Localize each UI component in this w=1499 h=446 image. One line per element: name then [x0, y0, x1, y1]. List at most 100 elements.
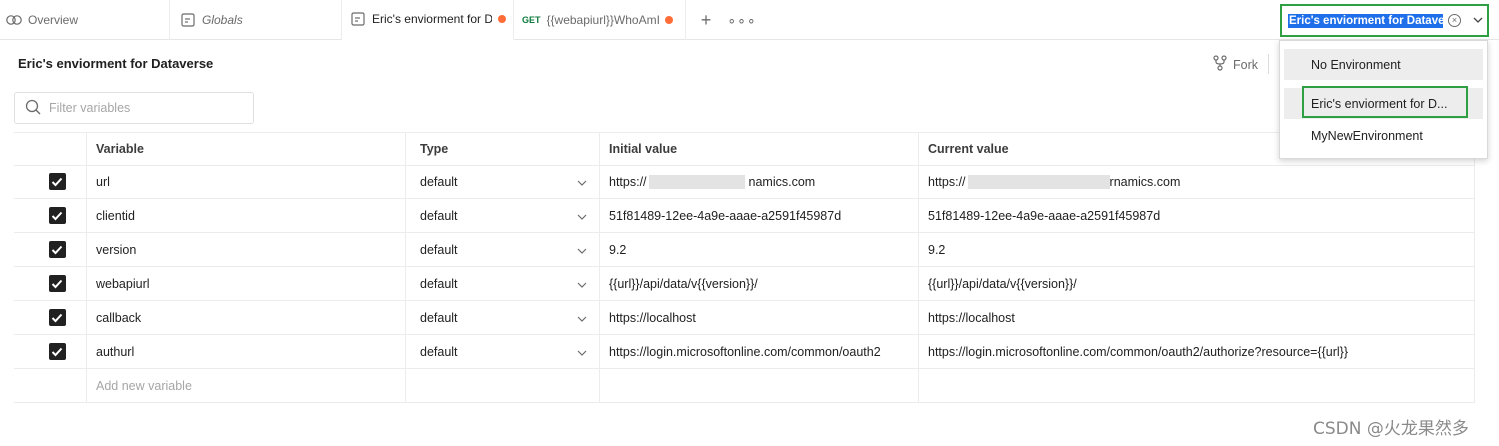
- row-select-cell: [14, 301, 87, 334]
- table-row: clientid default 51f81489-12ee-4a9e-aaae…: [14, 199, 1475, 233]
- header-variable: Variable: [87, 132, 406, 165]
- type-value: default: [420, 174, 458, 189]
- tab-label: Globals: [202, 13, 243, 27]
- variable-name[interactable]: clientid: [87, 199, 406, 232]
- current-value[interactable]: 51f81489-12ee-4a9e-aaae-a2591f45987d: [919, 199, 1475, 232]
- tab-label: {{webapiurl}}WhoAmI: [546, 13, 659, 27]
- header-type: Type: [406, 132, 600, 165]
- fork-label: Fork: [1233, 57, 1258, 72]
- initial-value-start: https://: [609, 174, 647, 189]
- row-checkbox[interactable]: [48, 241, 66, 258]
- chevron-down-icon: [577, 277, 587, 291]
- type-value: default: [420, 208, 458, 223]
- filter-variables[interactable]: [14, 92, 254, 124]
- variable-name[interactable]: callback: [87, 301, 406, 334]
- type-select[interactable]: default: [406, 335, 600, 368]
- environment-option-eric[interactable]: Eric's enviorment for D...: [1284, 88, 1483, 119]
- chevron-down-icon: [577, 243, 587, 257]
- header-initial-value: Initial value: [600, 132, 919, 165]
- current-value[interactable]: {{url}}/api/data/v{{version}}/: [919, 267, 1475, 300]
- row-checkbox[interactable]: [48, 207, 66, 224]
- unsaved-dot-icon: [664, 16, 673, 24]
- filter-input[interactable]: [49, 101, 239, 115]
- type-select[interactable]: default: [406, 233, 600, 266]
- initial-value[interactable]: https:// namics.com: [600, 165, 919, 198]
- table-row: version default 9.2 9.2: [14, 233, 1475, 267]
- type-value: default: [420, 344, 458, 359]
- people-icon: [6, 12, 22, 28]
- current-value-end: rnamics.com: [1109, 174, 1181, 189]
- tab-bar: Overview Globals Eric's enviorment for D…: [0, 0, 1499, 40]
- row-checkbox[interactable]: [48, 275, 66, 292]
- add-variable-row: Add new variable: [14, 369, 1475, 403]
- table-row: webapiurl default {{url}}/api/data/v{{ve…: [14, 267, 1475, 301]
- initial-value[interactable]: {{url}}/api/data/v{{version}}/: [600, 267, 919, 300]
- type-select[interactable]: default: [406, 267, 600, 300]
- environment-option-mynew[interactable]: MyNewEnvironment: [1284, 120, 1483, 151]
- header-select: [14, 132, 87, 165]
- empty-cell: [600, 369, 919, 402]
- clear-icon[interactable]: ×: [1448, 14, 1461, 27]
- variable-name[interactable]: url: [87, 165, 406, 198]
- unsaved-dot-icon: [498, 15, 506, 23]
- add-new-variable-input[interactable]: Add new variable: [87, 369, 406, 402]
- row-select-cell: [14, 267, 87, 300]
- row-checkbox[interactable]: [48, 343, 66, 360]
- variable-name[interactable]: webapiurl: [87, 267, 406, 300]
- current-value[interactable]: https://localhost: [919, 301, 1475, 334]
- fork-button[interactable]: Fork: [1213, 55, 1258, 74]
- type-value: default: [420, 242, 458, 257]
- chevron-down-icon[interactable]: [1473, 15, 1483, 26]
- tab-environment[interactable]: Eric's enviorment for Da: [342, 0, 514, 40]
- tab-overview[interactable]: Overview: [0, 0, 170, 40]
- table-row: authurl default https://login.microsofto…: [14, 335, 1475, 369]
- environment-icon: [350, 11, 366, 27]
- variable-name[interactable]: version: [87, 233, 406, 266]
- redacted-block: [648, 174, 745, 189]
- chevron-down-icon: [577, 345, 587, 359]
- initial-value-end: namics.com: [748, 174, 816, 189]
- type-select[interactable]: default: [406, 199, 600, 232]
- initial-value[interactable]: 51f81489-12ee-4a9e-aaae-a2591f45987d: [600, 199, 919, 232]
- tab-request-whoami[interactable]: GET {{webapiurl}}WhoAmI: [514, 0, 686, 40]
- current-value[interactable]: https:// rnamics.com: [919, 165, 1475, 198]
- environment-option-none[interactable]: No Environment: [1284, 49, 1483, 80]
- environment-dropdown: No Environment Eric's enviorment for D..…: [1279, 40, 1488, 159]
- current-value[interactable]: https://login.microsoftonline.com/common…: [919, 335, 1475, 368]
- type-value: default: [420, 310, 458, 325]
- environment-selected-label: Eric's enviorment for Dataver: [1288, 13, 1443, 28]
- row-select-cell: [14, 233, 87, 266]
- current-value-start: https://: [928, 174, 966, 189]
- empty-cell: [406, 369, 600, 402]
- chevron-down-icon: [577, 311, 587, 325]
- tab-globals[interactable]: Globals: [170, 0, 342, 40]
- current-value[interactable]: 9.2: [919, 233, 1475, 266]
- chevron-down-icon: [577, 209, 587, 223]
- new-tab-plus-icon[interactable]: +: [694, 0, 718, 40]
- variable-name[interactable]: authurl: [87, 335, 406, 368]
- page-title: Eric's enviorment for Dataverse: [18, 56, 214, 71]
- row-select-cell: [14, 369, 87, 402]
- globals-icon: [180, 12, 196, 28]
- row-checkbox[interactable]: [48, 309, 66, 326]
- tab-label: Overview: [28, 13, 79, 27]
- environment-selector[interactable]: Eric's enviorment for Dataver ×: [1280, 4, 1489, 37]
- fork-icon: [1213, 55, 1227, 74]
- initial-value[interactable]: 9.2: [600, 233, 919, 266]
- initial-value[interactable]: https://localhost: [600, 301, 919, 334]
- search-icon: [25, 99, 41, 118]
- table-row: callback default https://localhost https…: [14, 301, 1475, 335]
- table-row: url default https:// namics.com https://…: [14, 165, 1475, 199]
- divider: [1268, 54, 1269, 74]
- row-checkbox[interactable]: [48, 173, 66, 190]
- row-select-cell: [14, 165, 87, 198]
- row-select-cell: [14, 199, 87, 232]
- http-method: GET: [522, 15, 541, 25]
- chevron-down-icon: [577, 175, 587, 189]
- redacted-block: [967, 174, 1110, 189]
- more-tabs-icon[interactable]: ∘∘∘: [727, 0, 755, 40]
- initial-value[interactable]: https://login.microsoftonline.com/common…: [600, 335, 919, 368]
- type-value: default: [420, 276, 458, 291]
- type-select[interactable]: default: [406, 165, 600, 198]
- type-select[interactable]: default: [406, 301, 600, 334]
